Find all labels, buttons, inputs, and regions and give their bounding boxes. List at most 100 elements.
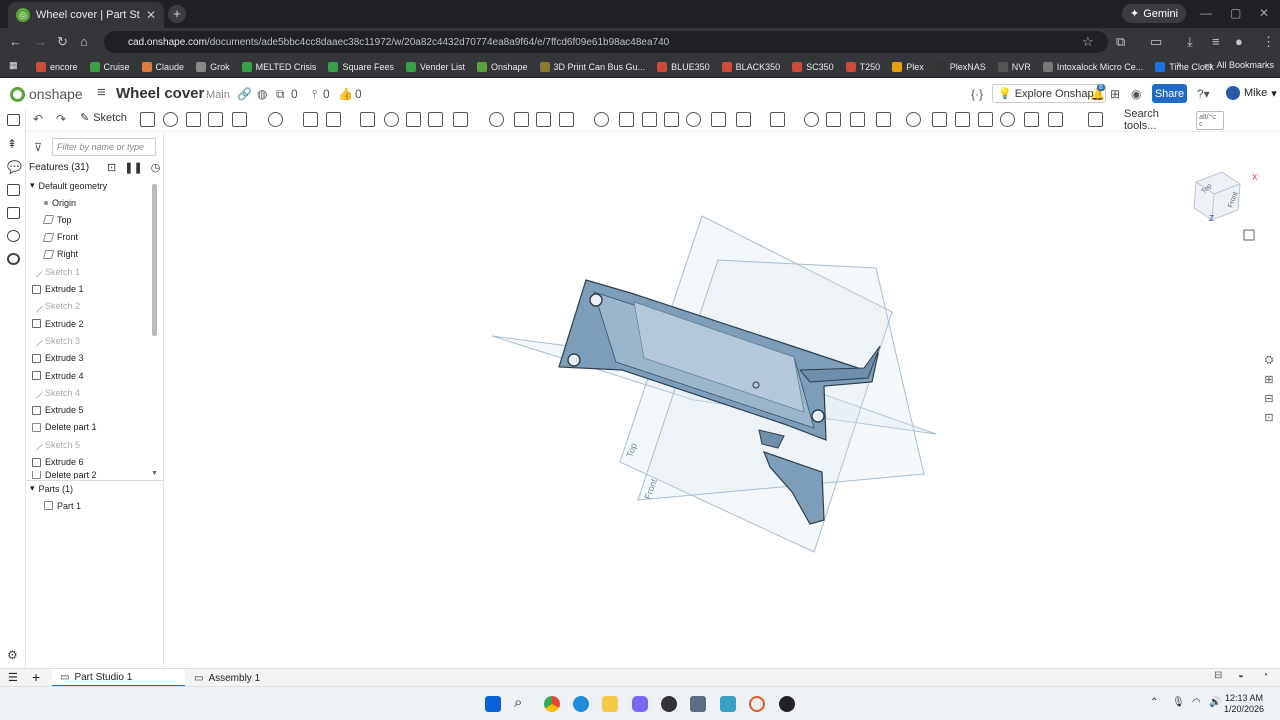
feature-tool-icon[interactable]	[642, 112, 657, 127]
feature-tool-icon[interactable]	[594, 112, 609, 127]
feature-tool-icon[interactable]	[140, 112, 155, 127]
feature-tool-icon[interactable]	[559, 112, 574, 127]
pause-icon[interactable]: ❚❚	[124, 161, 142, 174]
feature-tool-icon[interactable]	[664, 112, 679, 127]
feature-tool-icon[interactable]	[906, 112, 921, 127]
bookmark-item[interactable]: 3D Print Can Bus Gu...	[539, 61, 645, 72]
learning-icon[interactable]: ◉	[1131, 87, 1141, 101]
feature-tool-icon[interactable]	[453, 112, 468, 127]
media-app-icon[interactable]	[779, 696, 795, 712]
bookmark-item[interactable]: Grok	[196, 61, 230, 72]
extensions-icon[interactable]: ⧉	[1116, 34, 1125, 50]
microphone-icon[interactable]: 🎙	[1172, 697, 1185, 708]
help-icon[interactable]: ?▾	[1197, 87, 1210, 101]
tab-close-icon[interactable]: ✕	[146, 8, 156, 22]
parts-folder[interactable]: ▾ Parts (1)	[30, 480, 73, 497]
feature-item[interactable]: Sketch 3	[30, 332, 80, 349]
bookmark-item[interactable]: Plex	[892, 61, 924, 72]
view-options-icon[interactable]	[1243, 229, 1255, 241]
discord-icon[interactable]	[632, 696, 648, 712]
sketch-button[interactable]: ✎ Sketch	[80, 111, 127, 125]
feature-list-scrollbar[interactable]	[152, 184, 157, 336]
feature-tool-icon[interactable]	[360, 112, 375, 127]
sliders-icon[interactable]: ≡	[1212, 34, 1220, 49]
back-icon[interactable]: ←	[9, 34, 22, 49]
configurations-icon[interactable]	[7, 207, 20, 219]
utility-app-icon[interactable]	[720, 696, 736, 712]
feature-tool-icon[interactable]	[1024, 112, 1039, 127]
redo-icon[interactable]: ↷	[56, 112, 66, 126]
part-item[interactable]: Part 1	[44, 497, 81, 514]
apps-grid-icon[interactable]: ▦	[9, 60, 18, 71]
appearance-icon[interactable]	[7, 184, 20, 196]
bookmark-item[interactable]: Cruise	[89, 61, 130, 72]
home-icon[interactable]: ⌂	[80, 34, 88, 49]
settings-icon[interactable]: ⚙	[7, 648, 18, 662]
all-bookmarks-button[interactable]: ▭ All Bookmarks	[1204, 60, 1274, 71]
feature-tool-icon[interactable]	[489, 112, 504, 127]
onshape-logo[interactable]: onshape	[10, 86, 83, 102]
cast-icon[interactable]: ▭	[1150, 34, 1162, 50]
feature-tool-icon[interactable]	[711, 112, 726, 127]
browser-tab[interactable]: ◎ Wheel cover | Part Studio 1 ✕	[8, 2, 164, 28]
variables-icon[interactable]	[7, 253, 20, 265]
gemini-button[interactable]: ✦ Gemini	[1122, 4, 1187, 23]
code-braces-icon[interactable]: {·}	[971, 87, 983, 101]
elements-menu-icon[interactable]: ☰	[8, 671, 18, 684]
feature-tool-icon[interactable]	[619, 112, 634, 127]
user-menu[interactable]: Mike ▾	[1226, 86, 1277, 100]
bookmark-item[interactable]: PlexNAS	[935, 61, 986, 72]
hamburger-menu-icon[interactable]: ≡	[97, 84, 106, 101]
apps-icon[interactable]: ⊞	[1110, 87, 1120, 101]
history-icon[interactable]	[7, 230, 20, 242]
file-explorer-icon[interactable]	[602, 696, 618, 712]
document-title[interactable]: Wheel cover	[116, 85, 204, 102]
feature-tool-icon[interactable]	[804, 112, 819, 127]
bookmark-item[interactable]: Intoxalock Micro Ce...	[1042, 61, 1143, 72]
feature-tool-icon[interactable]	[208, 112, 223, 127]
feature-item[interactable]: Extrude 5	[32, 402, 84, 419]
bookmark-star-icon[interactable]: ☆	[1082, 34, 1094, 50]
bookmark-item[interactable]: encore	[36, 61, 78, 72]
bookmark-item[interactable]: Vender List	[405, 61, 465, 72]
feature-item[interactable]: Origin	[44, 194, 76, 211]
maximize-icon[interactable]: ▢	[1230, 6, 1241, 20]
close-window-icon[interactable]: ✕	[1259, 6, 1269, 20]
feature-tool-icon[interactable]	[384, 112, 399, 127]
zoom-fit-icon[interactable]: ⊟	[1214, 670, 1222, 681]
feature-item[interactable]: Delete part 2	[32, 470, 97, 479]
feature-list-icon[interactable]	[7, 114, 20, 126]
comments-icon[interactable]: 💬	[7, 160, 22, 174]
feature-tool-icon[interactable]	[406, 112, 421, 127]
feature-tool-icon[interactable]	[536, 112, 551, 127]
bookmark-item[interactable]: Square Fees	[328, 61, 394, 72]
wifi-icon[interactable]: ◠	[1192, 697, 1201, 708]
feature-tool-icon[interactable]	[736, 112, 751, 127]
feature-tool-icon[interactable]	[1088, 112, 1103, 127]
feature-tool-icon[interactable]	[876, 112, 891, 127]
scroll-down-icon[interactable]: ▼	[151, 470, 158, 477]
feature-item[interactable]: Extrude 2	[32, 315, 84, 332]
view-cube[interactable]: Top Front X Z	[1193, 171, 1258, 223]
tray-chevron-icon[interactable]: ⌃	[1150, 697, 1158, 708]
feature-tool-icon[interactable]	[268, 112, 283, 127]
search-tools[interactable]: Search tools... alt/⌥ c	[1124, 108, 1224, 132]
link-icon[interactable]: 🔗	[237, 87, 252, 101]
globe-icon[interactable]: ◍	[257, 87, 267, 101]
feature-item[interactable]: Extrude 4	[32, 367, 84, 384]
feature-item[interactable]: Top	[42, 211, 72, 228]
kebab-menu-icon[interactable]: ⋮	[1262, 34, 1275, 50]
bookmark-item[interactable]: BLUE350	[657, 61, 710, 72]
feature-item[interactable]: Right	[42, 246, 78, 263]
feature-tool-icon[interactable]	[428, 112, 443, 127]
bookmark-item[interactable]: T250	[845, 61, 880, 72]
undo-icon[interactable]: ↶	[33, 112, 43, 126]
feature-tool-icon[interactable]	[232, 112, 247, 127]
graphics-viewport[interactable]: Top Front Top Front X Z ⛭ ⊞ ⊟ ⊡	[164, 132, 1280, 668]
feature-item[interactable]: Sketch 1	[30, 263, 80, 280]
explore-onshape-button[interactable]: 💡 Explore Onshape	[992, 84, 1106, 103]
profile-icon[interactable]: ●	[1235, 34, 1243, 49]
section-icon[interactable]: ⊟	[1264, 392, 1273, 405]
insert-icon[interactable]: ⇞	[7, 137, 17, 151]
versions-icon[interactable]: ⧉	[276, 87, 285, 102]
